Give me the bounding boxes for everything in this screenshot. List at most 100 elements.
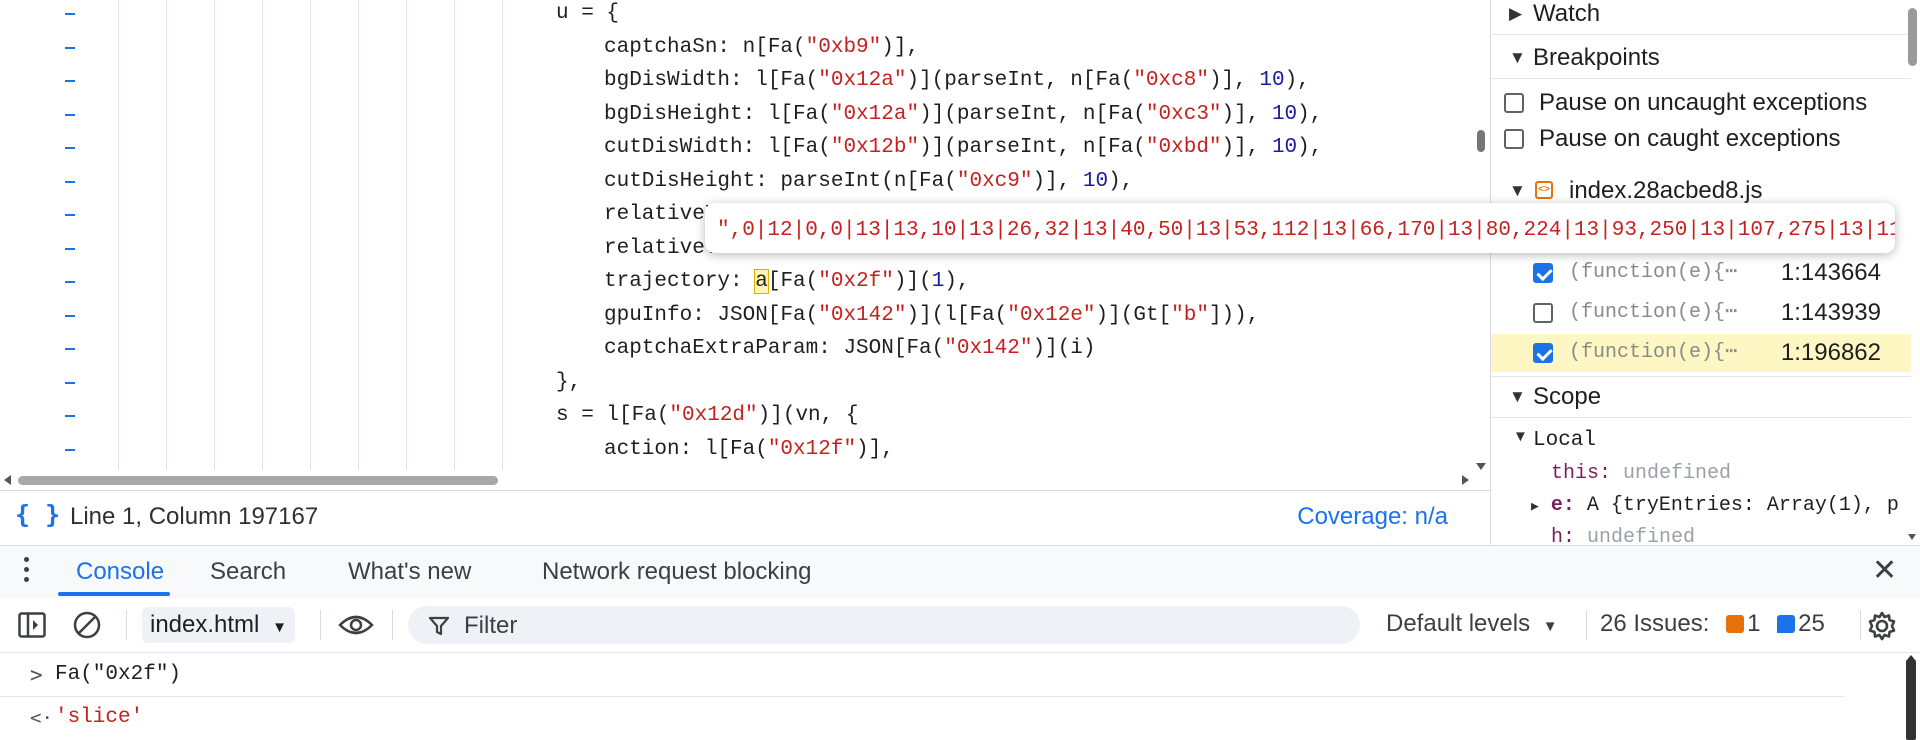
console-input-line[interactable]: > Fa("0x2f")	[0, 654, 1845, 697]
gutter-line-marker[interactable]	[65, 247, 75, 250]
tab-console[interactable]: Console	[76, 558, 164, 586]
gutter-line-marker[interactable]	[65, 13, 75, 15]
breakpoint-checkbox[interactable]	[1533, 263, 1553, 283]
pause-caught-option[interactable]: Pause on caught exceptions	[1491, 122, 1911, 158]
pretty-print-braces-icon[interactable]: { }	[15, 500, 60, 529]
issues-error-count: 1	[1747, 610, 1761, 637]
code-line[interactable]: cutDisHeight: parseInt(n[Fa("0xc9")], 10…	[604, 165, 1133, 199]
breakpoints-label: Breakpoints	[1533, 44, 1660, 71]
indent-guide-line	[454, 0, 455, 470]
code-line[interactable]: cutDisWidth: l[Fa("0x12b")](parseInt, n[…	[604, 131, 1322, 165]
console-result-line[interactable]: <· 'slice'	[0, 697, 1845, 739]
more-options-icon[interactable]	[24, 557, 30, 587]
chevron-right-icon: ▶	[1509, 4, 1523, 23]
tab-whats-new[interactable]: What's new	[348, 558, 471, 586]
code-token: },	[556, 370, 582, 394]
breakpoint-location: 1:143664	[1780, 259, 1881, 286]
code-line[interactable]: },	[556, 366, 581, 400]
console-scroll-up-icon[interactable]	[1906, 655, 1916, 661]
code-token: bgDisHeight: l[Fa(	[604, 102, 831, 126]
context-selector[interactable]: index.html ▼	[142, 607, 295, 643]
code-line[interactable]: action: l[Fa("0x12f")],	[604, 433, 894, 467]
console-scrollbar[interactable]	[1906, 660, 1916, 740]
gutter-line-marker[interactable]	[65, 448, 75, 451]
gutter-line-marker[interactable]	[65, 381, 75, 384]
toolbar-divider	[126, 610, 127, 640]
code-token: )](i)	[1032, 337, 1096, 360]
code-line[interactable]: s = l[Fa("0x12d")](vn, {	[556, 399, 858, 433]
editor-vertical-scrollbar[interactable]	[1477, 130, 1485, 152]
gutter-line-marker[interactable]	[65, 180, 75, 183]
live-expression-eye-icon[interactable]	[338, 612, 374, 638]
gear-icon[interactable]	[1866, 610, 1898, 642]
code-line[interactable]: captchaExtraParam: JSON[Fa("0x142")](i)	[604, 332, 1096, 366]
issues-counter[interactable]: 26 Issues: 1 25	[1600, 610, 1825, 638]
sidebar-scroll-down-icon[interactable]	[1908, 534, 1916, 540]
code-token: ])),	[1208, 303, 1260, 327]
breakpoint-code-snippet: (function(e){⋯	[1569, 341, 1738, 364]
code-line[interactable]: u = {	[556, 0, 619, 31]
scope-section-header[interactable]: ▼ Scope	[1491, 376, 1911, 418]
console-input-text: Fa("0x2f")	[55, 663, 182, 686]
pause-caught-label: Pause on caught exceptions	[1539, 125, 1841, 152]
log-levels-dropdown[interactable]: Default levels ▼	[1386, 610, 1558, 638]
gutter-line-marker[interactable]	[65, 80, 75, 82]
number-token: 10	[1259, 69, 1285, 92]
code-line[interactable]: bgDisHeight: l[Fa("0x12a")](parseInt, n[…	[604, 98, 1322, 132]
code-line[interactable]: captchaSn: n[Fa("0xb9")],	[604, 31, 919, 65]
code-token: )](vn, {	[757, 404, 859, 427]
toolbar-divider	[1586, 610, 1587, 640]
scope-local-header[interactable]: ▼ Local	[1491, 424, 1911, 458]
breakpoint-item[interactable]: (function(e){⋯ 1:196862	[1491, 334, 1911, 372]
breakpoint-checkbox[interactable]	[1533, 303, 1553, 323]
breakpoint-checkbox[interactable]	[1533, 343, 1553, 363]
filter-input[interactable]: Filter	[408, 606, 1360, 644]
scroll-left-arrow-icon[interactable]	[4, 475, 11, 485]
scope-var-value: A {tryEntries: Array(1), p	[1586, 494, 1899, 517]
gutter-line-marker[interactable]	[65, 348, 75, 350]
pause-uncaught-label: Pause on uncaught exceptions	[1539, 89, 1868, 116]
breakpoint-item[interactable]: (function(e){⋯ 1:143664	[1491, 254, 1911, 292]
gutter-line-marker[interactable]	[65, 46, 75, 49]
dropdown-arrow-icon: ▼	[272, 619, 287, 636]
scope-var-e[interactable]: ▶ e: A {tryEntries: Array(1), p	[1531, 494, 1899, 517]
scope-var-h[interactable]: h: undefined	[1551, 526, 1695, 545]
breakpoint-item[interactable]: (function(e){⋯ 1:143939	[1491, 294, 1911, 332]
gutter-line-marker[interactable]	[65, 214, 75, 216]
pause-uncaught-option[interactable]: Pause on uncaught exceptions	[1491, 86, 1911, 122]
code-line[interactable]: gpuInfo: JSON[Fa("0x142")](l[Fa("0x12e")…	[604, 299, 1259, 333]
sidebar-toggle-icon[interactable]	[18, 612, 46, 638]
close-drawer-icon[interactable]: ✕	[1872, 556, 1897, 586]
editor-horizontal-scrollbar[interactable]	[18, 476, 498, 485]
sidebar-scrollbar[interactable]	[1908, 8, 1917, 66]
code-line[interactable]: relativeY	[604, 232, 717, 266]
chevron-right-icon: >	[30, 663, 43, 687]
number-token: 10	[1082, 169, 1109, 193]
gutter-line-marker[interactable]	[65, 147, 75, 149]
clear-console-icon[interactable]	[72, 610, 102, 640]
gutter-line-marker[interactable]	[65, 281, 75, 283]
code-token: trajectory:	[604, 270, 756, 293]
console-result-text: 'slice'	[55, 706, 144, 729]
tab-search[interactable]: Search	[210, 558, 286, 586]
tab-network-request-blocking[interactable]: Network request blocking	[542, 558, 811, 586]
scroll-down-arrow-icon[interactable]	[1476, 463, 1486, 470]
code-line[interactable]: relativeX	[604, 198, 717, 232]
scroll-right-arrow-icon[interactable]	[1462, 475, 1469, 485]
code-line[interactable]: trajectory: a[Fa("0x2f")](1),	[604, 265, 970, 299]
gutter-line-marker[interactable]	[65, 113, 75, 116]
info-badge-icon	[1777, 615, 1796, 633]
coverage-link[interactable]: Coverage: n/a	[1297, 503, 1448, 531]
indent-guide-line	[310, 0, 311, 470]
code-token: )],	[1032, 169, 1083, 193]
number-token: 1	[931, 270, 945, 293]
gutter-line-marker[interactable]	[65, 314, 75, 317]
gutter-line-marker[interactable]	[65, 415, 75, 417]
pause-caught-checkbox[interactable]	[1504, 129, 1524, 149]
code-line[interactable]: bgDisWidth: l[Fa("0x12a")](parseInt, n[F…	[604, 64, 1310, 98]
code-token: s = l[Fa(	[556, 404, 670, 427]
pause-uncaught-checkbox[interactable]	[1504, 93, 1524, 113]
scope-var-this[interactable]: this: undefined	[1551, 462, 1731, 485]
breakpoints-section-header[interactable]: ▼ Breakpoints	[1491, 38, 1911, 79]
watch-section-header[interactable]: ▶ Watch	[1491, 0, 1911, 35]
